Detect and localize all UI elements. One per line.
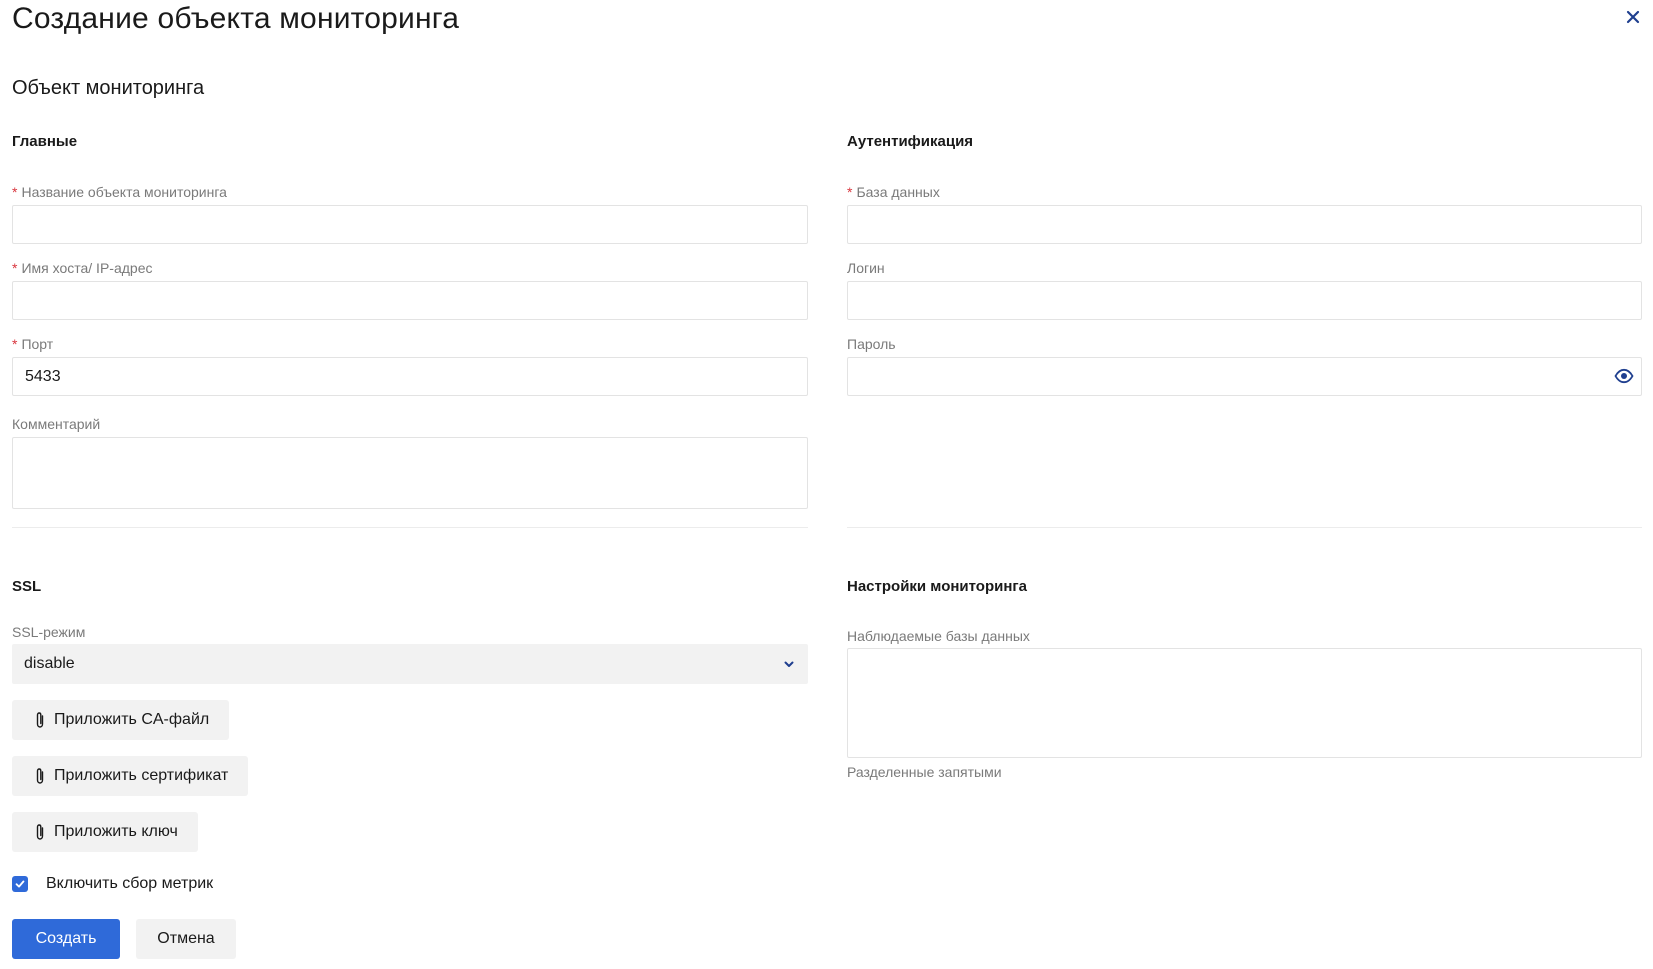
password-input[interactable] [847,357,1642,396]
host-label: * Имя хоста/ IP-адрес [12,260,153,276]
port-input[interactable] [12,357,808,396]
ssl-group-title: SSL [12,578,42,595]
attach-ca-label: Приложить CA-файл [54,711,210,728]
chevron-down-icon [784,661,794,667]
password-label: Пароль [847,336,896,352]
metrics-checkbox-row[interactable]: Включить сбор метрик [12,875,213,893]
page-title: Создание объекта мониторинга [12,2,460,35]
port-label: * Порт [12,336,54,352]
comment-textarea[interactable] [12,437,808,509]
login-label: Логин [847,260,885,276]
paperclip-icon [36,712,44,728]
attach-cert-button[interactable]: Приложить сертификат [12,756,249,796]
ssl-mode-value: disable [24,655,75,672]
check-icon [15,880,25,888]
ssl-mode-label: SSL-режим [12,624,86,640]
comment-label: Комментарий [12,416,101,432]
close-icon [1626,10,1640,24]
main-group-title: Главные [12,133,78,150]
required-mark: * [12,184,18,200]
required-mark: * [12,260,18,276]
attach-key-button[interactable]: Приложить ключ [12,812,198,852]
required-mark: * [12,336,18,352]
create-button[interactable]: Создать [12,919,120,959]
attach-ca-button[interactable]: Приложить CA-файл [12,700,230,740]
required-mark: * [847,184,853,200]
paperclip-icon [36,824,44,840]
name-label: * Название объекта мониторинга [12,184,227,200]
metrics-checkbox[interactable] [12,876,28,892]
name-input[interactable] [12,205,808,244]
auth-group-title: Аутентификация [847,133,974,150]
db-label: * База данных [847,184,940,200]
db-input[interactable] [847,205,1642,244]
monitored-dbs-textarea[interactable] [847,648,1642,758]
close-button[interactable] [1622,6,1644,28]
right-divider [847,527,1642,528]
monitored-dbs-label: Наблюдаемые базы данных [847,628,1030,644]
attach-cert-label: Приложить сертификат [54,767,229,784]
monitoring-group-title: Настройки мониторинга [847,578,1027,595]
attach-key-label: Приложить ключ [54,823,178,840]
eye-icon [1614,368,1634,384]
cancel-button[interactable]: Отмена [136,919,236,959]
metrics-checkbox-label: Включить сбор метрик [46,875,214,892]
paperclip-icon [36,768,44,784]
left-divider [12,527,808,528]
login-input[interactable] [847,281,1642,320]
section-title: Объект мониторинга [12,77,205,99]
show-password-button[interactable] [1614,366,1634,386]
ssl-mode-select[interactable]: disable [12,644,808,684]
host-input[interactable] [12,281,808,320]
monitored-dbs-hint: Разделенные запятыми [847,764,1002,780]
